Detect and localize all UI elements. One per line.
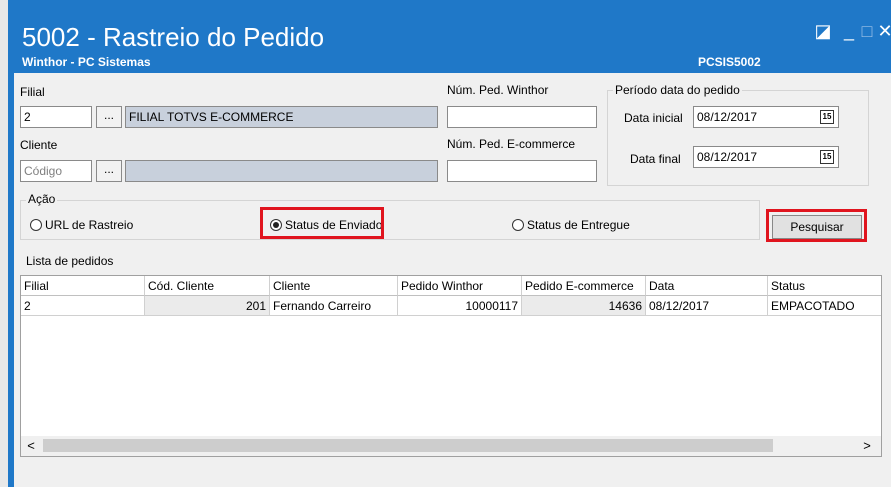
form-area: Filial 2 ... FILIAL TOTVS E-COMMERCE Cli… (14, 73, 891, 487)
table-cell-pedido-ecommerce[interactable]: 14636 (522, 296, 646, 316)
highlight-box-pesquisar (766, 209, 867, 242)
radio-url-rastreio[interactable]: URL de Rastreio (30, 218, 133, 232)
table-cell-data[interactable]: 08/12/2017 (646, 296, 768, 316)
window: 5002 - Rastreio do Pedido Winthor - PC S… (8, 0, 891, 487)
pedidos-table: Filial Cód. Cliente Cliente Pedido Winth… (20, 275, 882, 457)
filial-lookup-button[interactable]: ... (96, 106, 122, 128)
column-header-pedido-ecommerce[interactable]: Pedido E-commerce (522, 276, 646, 296)
radio-status-entregue[interactable]: Status de Entregue (512, 218, 630, 232)
radio-circle-icon (30, 219, 42, 231)
num-ped-ecommerce-label: Núm. Ped. E-commerce (447, 137, 576, 151)
data-final-value: 08/12/2017 (697, 150, 758, 164)
column-header-filial[interactable]: Filial (21, 276, 145, 296)
cliente-lookup-button[interactable]: ... (96, 160, 122, 182)
column-header-cliente[interactable]: Cliente (270, 276, 398, 296)
table-cell-status[interactable]: EMPACOTADO (768, 296, 881, 316)
lista-label: Lista de pedidos (26, 254, 114, 268)
highlight-box-status (260, 207, 384, 239)
num-ped-winthor-input[interactable] (447, 106, 597, 128)
close-icon[interactable]: ✕ (874, 22, 891, 40)
scrollbar-thumb[interactable] (43, 439, 773, 452)
periodo-group (607, 90, 869, 186)
column-header-cod-cliente[interactable]: Cód. Cliente (145, 276, 270, 296)
calendar-icon[interactable]: 15 (820, 110, 834, 124)
table-cell-pedido-winthor[interactable]: 10000117 (398, 296, 522, 316)
radio-url-rastreio-label: URL de Rastreio (45, 218, 134, 232)
data-final-input[interactable]: 08/12/2017 15 (693, 146, 839, 168)
window-subtitle: Winthor - PC Sistemas (22, 55, 151, 69)
column-header-pedido-winthor[interactable]: Pedido Winthor (398, 276, 522, 296)
cliente-name-field (125, 160, 438, 182)
scroll-right-icon[interactable]: > (859, 438, 875, 453)
window-title: 5002 - Rastreio do Pedido (22, 22, 325, 52)
data-final-label: Data final (630, 152, 681, 166)
filial-code-input[interactable]: 2 (20, 106, 92, 128)
filial-name-field: FILIAL TOTVS E-COMMERCE (125, 106, 438, 128)
table-cell-cliente[interactable]: Fernando Carreiro (270, 296, 398, 316)
column-header-data[interactable]: Data (646, 276, 768, 296)
table-cell-cod-cliente[interactable]: 201 (145, 296, 270, 316)
acao-label: Ação (26, 192, 58, 206)
periodo-label: Período data do pedido (613, 83, 742, 97)
num-ped-ecommerce-input[interactable] (447, 160, 597, 182)
left-edge (0, 0, 8, 487)
column-header-status[interactable]: Status (768, 276, 881, 296)
radio-status-entregue-label: Status de Entregue (527, 218, 630, 232)
horizontal-scrollbar[interactable]: < > (21, 436, 881, 456)
table-cell-filial[interactable]: 2 (21, 296, 145, 316)
radio-circle-icon (512, 219, 524, 231)
num-ped-winthor-label: Núm. Ped. Winthor (447, 83, 549, 97)
cliente-label: Cliente (20, 138, 58, 152)
calendar-icon[interactable]: 15 (820, 150, 834, 164)
data-inicial-value: 08/12/2017 (697, 110, 758, 124)
filial-label: Filial (20, 85, 45, 99)
title-bar: 5002 - Rastreio do Pedido Winthor - PC S… (8, 0, 891, 73)
data-inicial-label: Data inicial (624, 111, 683, 125)
cliente-code-input[interactable]: Código (20, 160, 92, 182)
data-inicial-input[interactable]: 08/12/2017 15 (693, 106, 839, 128)
restore-icon[interactable]: ◪ (812, 22, 834, 40)
scroll-left-icon[interactable]: < (23, 438, 39, 453)
window-code: PCSIS5002 (698, 55, 761, 69)
